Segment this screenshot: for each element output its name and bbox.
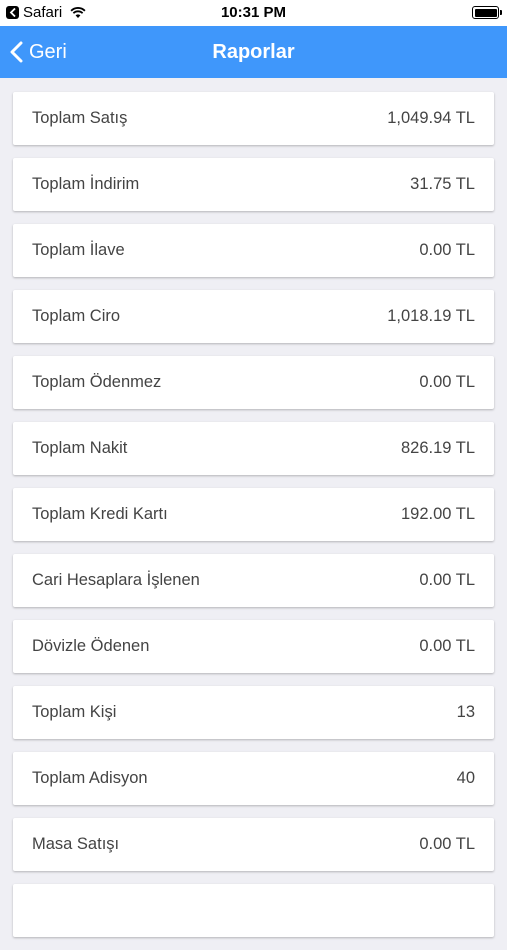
row-value: 0.00 TL [419, 373, 475, 391]
row-label: Toplam İndirim [32, 175, 140, 193]
row-label: Toplam İlave [32, 241, 125, 259]
report-row-toplam-satis[interactable]: Toplam Satış 1,049.94 TL [13, 92, 494, 145]
row-value: 13 [456, 703, 475, 721]
report-row-toplam-kisi[interactable]: Toplam Kişi 13 [13, 686, 494, 739]
report-row-toplam-kredi-karti[interactable]: Toplam Kredi Kartı 192.00 TL [13, 488, 494, 541]
report-row-toplam-ciro[interactable]: Toplam Ciro 1,018.19 TL [13, 290, 494, 343]
report-list: Toplam Satış 1,049.94 TL Toplam İndirim … [13, 92, 494, 950]
status-time: 10:31 PM [220, 4, 287, 21]
row-value: 0.00 TL [419, 241, 475, 259]
row-value: 0.00 TL [419, 637, 475, 655]
row-label: Dövizle Ödenen [32, 637, 150, 655]
row-value: 40 [456, 769, 475, 787]
row-label: Masa Satışı [32, 835, 120, 853]
navigation-bar: Geri Raporlar [0, 26, 507, 78]
row-value: 0.00 TL [419, 835, 475, 853]
status-bar: Safari 10:31 PM [0, 0, 507, 26]
report-row-dovizle-odenen[interactable]: Dövizle Ödenen 0.00 TL [13, 620, 494, 673]
report-row-cari-hesaplara-islenen[interactable]: Cari Hesaplara İşlenen 0.00 TL [13, 554, 494, 607]
row-label: Toplam Ödenmez [32, 373, 162, 391]
report-row-toplam-odenmez[interactable]: Toplam Ödenmez 0.00 TL [13, 356, 494, 409]
row-label: Toplam Satış [32, 109, 128, 127]
row-label: Toplam Adisyon [32, 769, 148, 787]
battery-icon [472, 6, 502, 19]
row-value: 0.00 TL [419, 571, 475, 589]
report-row-toplam-adisyon[interactable]: Toplam Adisyon 40 [13, 752, 494, 805]
report-row-toplam-indirim[interactable]: Toplam İndirim 31.75 TL [13, 158, 494, 211]
report-row-toplam-ilave[interactable]: Toplam İlave 0.00 TL [13, 224, 494, 277]
row-label: Toplam Nakit [32, 439, 128, 457]
row-value: 826.19 TL [400, 439, 475, 457]
report-row-toplam-nakit[interactable]: Toplam Nakit 826.19 TL [13, 422, 494, 475]
row-label: Toplam Kredi Kartı [32, 505, 168, 523]
row-value: 1,049.94 TL [387, 109, 475, 127]
row-label: Cari Hesaplara İşlenen [32, 571, 200, 589]
report-row-partial[interactable] [13, 884, 494, 937]
report-row-masa-satisi[interactable]: Masa Satışı 0.00 TL [13, 818, 494, 871]
row-value: 1,018.19 TL [387, 307, 475, 325]
row-label: Toplam Ciro [32, 307, 121, 325]
row-label: Toplam Kişi [32, 703, 117, 721]
row-value: 31.75 TL [410, 175, 475, 193]
page-title: Raporlar [212, 40, 295, 63]
row-value: 192.00 TL [400, 505, 475, 523]
